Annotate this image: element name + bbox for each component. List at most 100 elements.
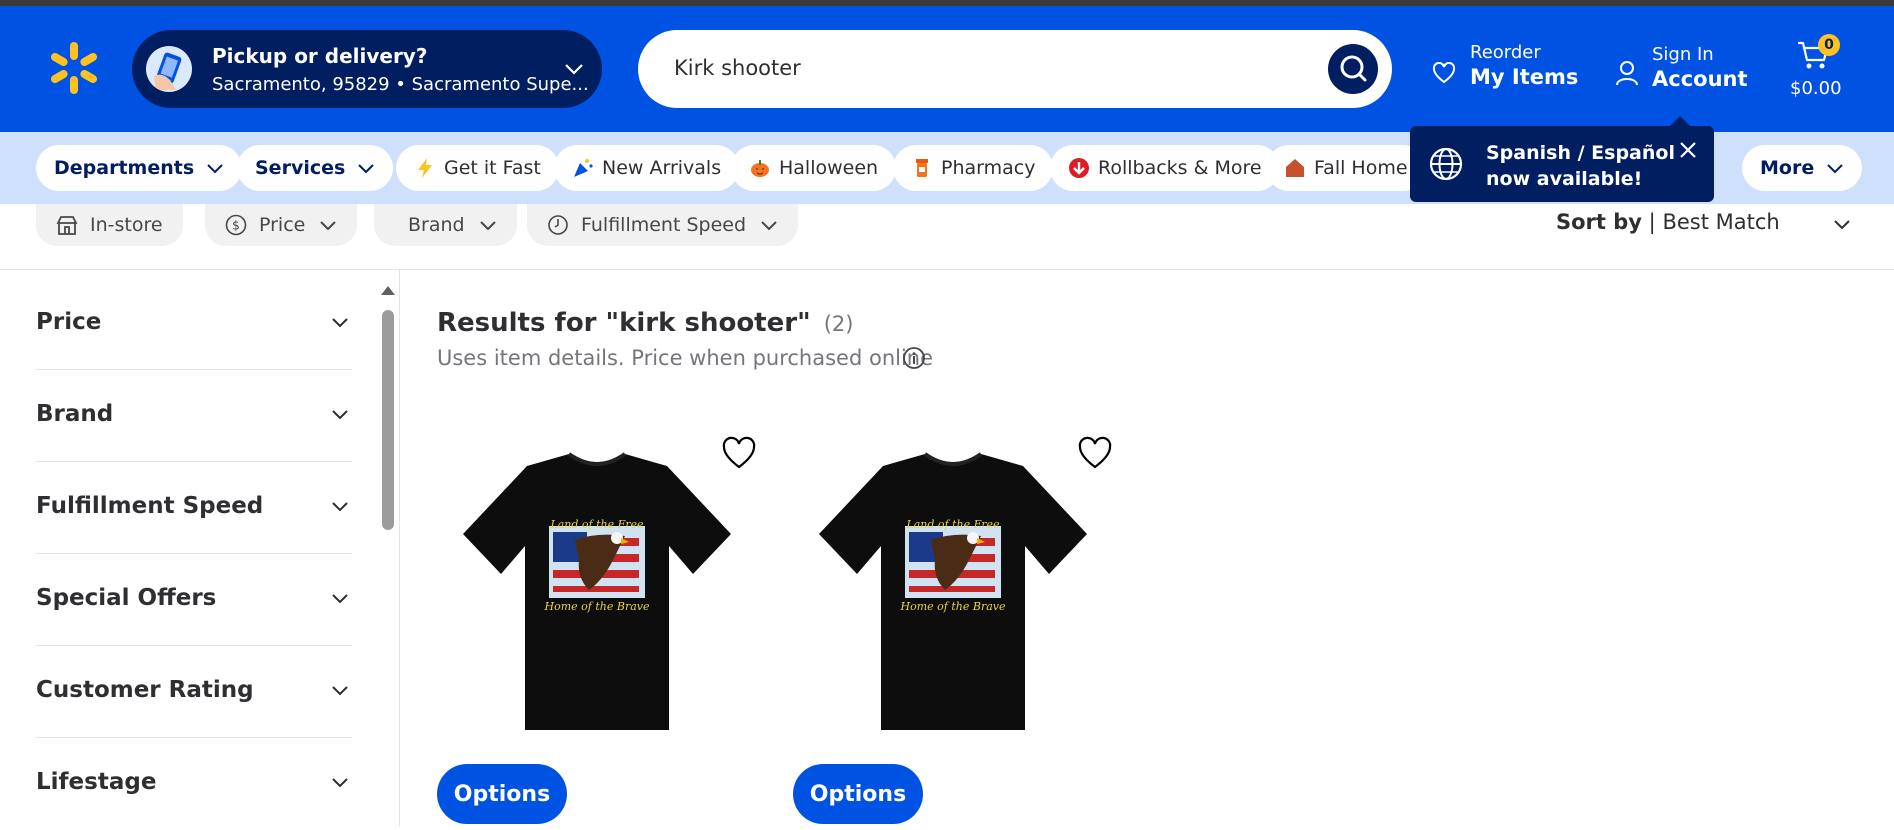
facet-label: Customer Rating	[36, 677, 254, 703]
facet-brand[interactable]: Brand	[36, 370, 352, 462]
sign-in-label: Sign In	[1652, 44, 1714, 65]
sign-in-account-link[interactable]: Sign In Account	[1616, 44, 1748, 91]
delivery-phone-icon	[146, 46, 192, 92]
sort-value: Best Match	[1662, 210, 1780, 234]
filter-in-store[interactable]: In-store	[36, 204, 183, 246]
filter-price[interactable]: $ Price	[205, 204, 358, 246]
svg-text:Land of the Free: Land of the Free	[549, 518, 644, 531]
nav-halloween[interactable]: Halloween	[731, 145, 897, 191]
product-image-tshirt[interactable]: Land of the Free Home of the Brave	[813, 440, 1093, 740]
search-bar	[638, 30, 1392, 108]
product-card[interactable]: Land of the Free Home of the Brave Optio…	[437, 420, 757, 826]
chevron-down-icon	[565, 64, 583, 75]
reorder-label: Reorder	[1470, 42, 1541, 63]
nav-services[interactable]: Services	[237, 145, 394, 191]
chevron-down-icon[interactable]	[1832, 214, 1852, 234]
language-tooltip: Spanish / Español now available!	[1410, 116, 1714, 202]
nav-label: Pharmacy	[941, 157, 1036, 179]
facet-label: Lifestage	[36, 769, 157, 795]
chevron-down-icon	[320, 221, 337, 231]
chevron-down-icon	[761, 221, 777, 231]
nav-label: Get it Fast	[444, 157, 541, 179]
facet-price[interactable]: Price	[36, 278, 352, 370]
nav-label: Halloween	[779, 157, 879, 179]
cart-count-badge: 0	[1818, 34, 1840, 56]
options-button[interactable]: Options	[793, 764, 923, 824]
facet-special-offers[interactable]: Special Offers	[36, 554, 352, 646]
chevron-down-icon	[1827, 164, 1843, 174]
pickup-location: Sacramento, 95829 • Sacramento Supe...	[212, 74, 589, 95]
filter-brand[interactable]: Brand	[374, 204, 517, 246]
product-card[interactable]: Land of the Free Home of the Brave Optio…	[793, 420, 1113, 826]
reorder-my-items-link[interactable]: Reorder My Items	[1432, 42, 1578, 89]
filter-label: Price	[259, 214, 306, 236]
nav-pharmacy[interactable]: Pharmacy	[893, 145, 1054, 191]
facet-label: Fulfillment Speed	[36, 493, 264, 519]
nav-label: Rollbacks & More	[1098, 157, 1262, 179]
user-icon	[1616, 61, 1638, 86]
sort-label: Sort by	[1556, 210, 1642, 234]
chevron-down-icon	[332, 318, 348, 328]
lightning-icon	[418, 158, 432, 178]
pumpkin-icon	[751, 160, 769, 177]
tooltip-arrow	[1670, 116, 1690, 126]
header: Pickup or delivery? Sacramento, 95829 • …	[0, 6, 1894, 132]
nav-new-arrivals[interactable]: New Arrivals	[554, 145, 740, 191]
chevron-down-icon	[358, 164, 375, 174]
info-icon[interactable]	[902, 346, 926, 370]
sort-by-dropdown[interactable]: Sort by | Best Match	[1556, 210, 1780, 234]
house-icon	[1286, 159, 1304, 177]
nav-label: New Arrivals	[602, 157, 722, 179]
facet-fulfillment-speed[interactable]: Fulfillment Speed	[36, 462, 352, 554]
account-label: Account	[1652, 67, 1748, 91]
party-popper-icon	[574, 159, 593, 177]
product-image-tshirt[interactable]: Land of the Free Home of the Brave	[457, 440, 737, 740]
nav-get-it-fast[interactable]: Get it Fast	[396, 145, 559, 191]
tooltip-line-2: now available!	[1486, 168, 1643, 190]
favorite-heart-icon[interactable]	[1077, 436, 1113, 472]
nav-fall-home[interactable]: Fall Home	[1266, 145, 1426, 191]
search-button[interactable]	[1328, 44, 1378, 94]
svg-text:$: $	[232, 219, 240, 233]
chevron-down-icon	[479, 221, 496, 231]
tooltip-line-1: Spanish / Español	[1486, 142, 1675, 164]
facet-label: Price	[36, 309, 102, 335]
facet-label: Special Offers	[36, 585, 217, 611]
heart-icon	[1432, 62, 1456, 84]
filter-label: Brand	[408, 214, 465, 236]
svg-text:Land of the Free: Land of the Free	[905, 518, 1000, 531]
results-heading: Results for "kirk shooter" (2)	[437, 308, 853, 338]
nav-label: Departments	[54, 157, 195, 179]
nav-label: Services	[255, 157, 346, 179]
options-button[interactable]: Options	[437, 764, 567, 824]
dollar-icon: $	[225, 214, 247, 236]
facet-label: Brand	[36, 401, 114, 427]
search-input[interactable]	[674, 50, 1294, 86]
clock-icon	[548, 215, 568, 235]
facet-customer-rating[interactable]: Customer Rating	[36, 646, 352, 738]
chevron-down-icon	[332, 778, 348, 788]
nav-more[interactable]: More	[1742, 145, 1863, 191]
scroll-up-arrow[interactable]	[381, 286, 395, 295]
my-items-label: My Items	[1470, 65, 1579, 89]
store-icon	[56, 216, 78, 235]
close-icon[interactable]	[1678, 140, 1698, 160]
filter-label: In-store	[90, 214, 163, 236]
pickup-delivery-selector[interactable]: Pickup or delivery? Sacramento, 95829 • …	[132, 30, 602, 108]
sort-divider: |	[1648, 210, 1663, 234]
search-icon	[1340, 55, 1367, 82]
results-subtitle: Uses item details. Price when purchased …	[437, 346, 934, 370]
walmart-spark-icon[interactable]	[46, 40, 102, 96]
chevron-down-icon	[207, 164, 223, 174]
sidebar-scrollbar-thumb[interactable]	[382, 310, 394, 530]
favorite-heart-icon[interactable]	[721, 436, 757, 472]
facet-lifestage[interactable]: Lifestage	[36, 738, 352, 830]
chevron-down-icon	[332, 594, 348, 604]
nav-departments[interactable]: Departments	[36, 145, 243, 191]
filter-fulfillment-speed[interactable]: Fulfillment Speed	[527, 204, 799, 246]
nav-label: More	[1760, 157, 1815, 179]
pill-bottle-icon	[916, 159, 928, 177]
nav-rollbacks[interactable]: Rollbacks & More	[1050, 145, 1280, 191]
nav-label: Fall Home	[1314, 157, 1408, 179]
cart-total: $0.00	[1790, 78, 1842, 99]
